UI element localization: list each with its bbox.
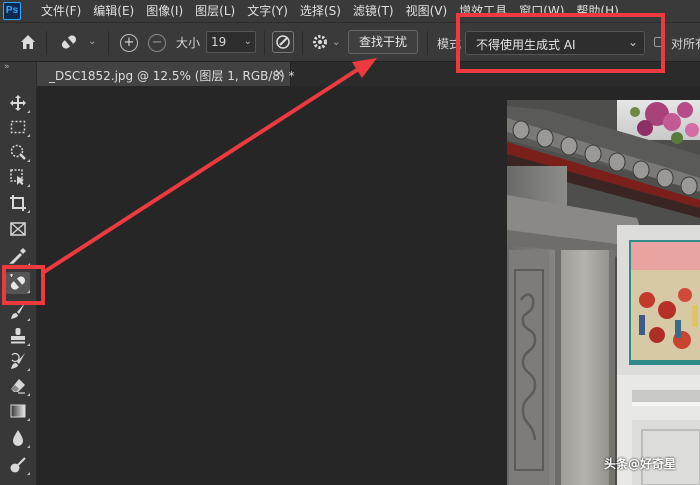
watermark: 头条@好奇星 <box>604 457 677 471</box>
annotation-arrow <box>42 58 377 274</box>
